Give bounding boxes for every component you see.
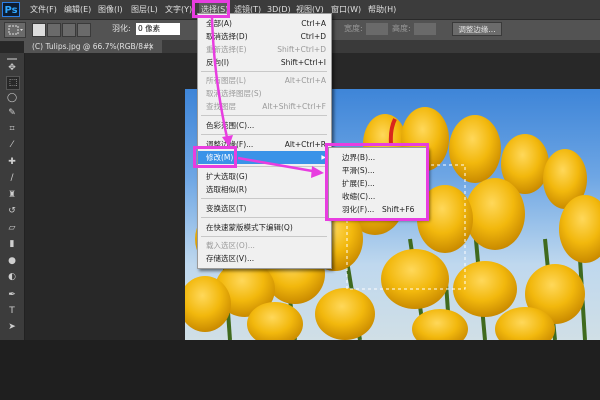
arrow-head-icon [311, 166, 324, 178]
arrow-head-icon [222, 135, 233, 147]
arrow-line-icon [237, 156, 319, 174]
arrow-line-icon [210, 17, 230, 143]
annotation-arrows [210, 17, 324, 178]
